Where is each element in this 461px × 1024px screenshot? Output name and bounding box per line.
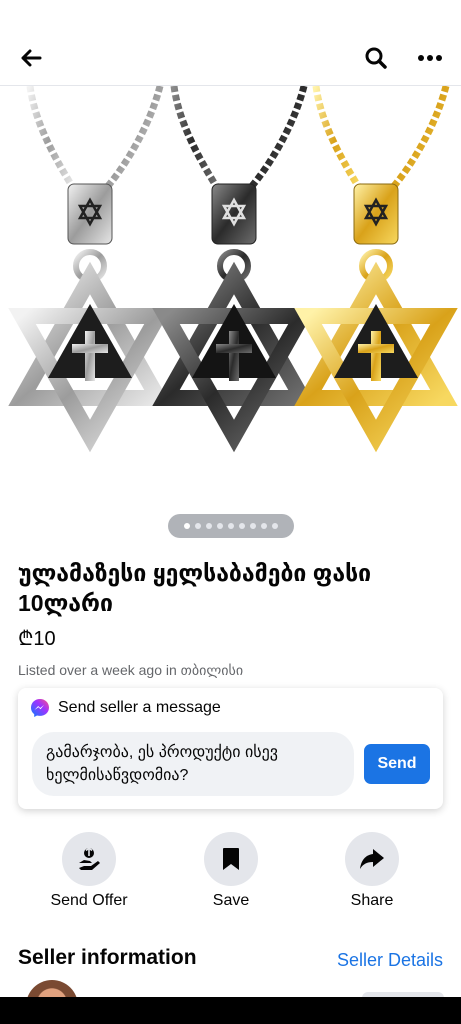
message-seller-card: Send seller a message გამარჯობა, ეს პროდ… [18, 688, 443, 809]
share-icon [360, 849, 384, 869]
share-label: Share [350, 892, 394, 909]
seller-info-heading: Seller information [18, 946, 197, 969]
message-card-heading: Send seller a message [58, 699, 221, 716]
send-offer-icon [79, 846, 100, 870]
more-horizontal-icon [418, 55, 442, 61]
share-icon-circle [345, 832, 399, 886]
send-offer-icon-circle [62, 832, 116, 886]
seller-details-link[interactable]: Seller Details [337, 950, 443, 971]
pagination-dot [217, 523, 223, 529]
save-icon-circle [204, 832, 258, 886]
pagination-dot [239, 523, 245, 529]
pagination-dot [272, 523, 278, 529]
pendants-image [8, 85, 458, 453]
save-label: Save [212, 892, 250, 909]
send-message-button[interactable]: Send [364, 744, 430, 784]
photo-pagination[interactable] [168, 514, 294, 538]
pagination-dot [261, 523, 267, 529]
listing-title: ულამაზესი ყელსაბამები ფასი 10ლარი [18, 560, 372, 616]
pagination-dot [184, 523, 190, 529]
pagination-dot [195, 523, 201, 529]
top-bar [0, 0, 461, 86]
search-button[interactable] [360, 42, 392, 74]
pagination-dot [250, 523, 256, 529]
listing-price: ₾10 [18, 628, 56, 650]
message-input[interactable]: გამარჯობა, ეს პროდუქტი ისევ ხელმისაწვდომ… [32, 732, 354, 796]
share-button[interactable]: Share [312, 832, 432, 910]
listing-meta: Listed over a week ago in თბილისი [18, 662, 244, 678]
save-button[interactable]: Save [171, 832, 291, 910]
pagination-dot [228, 523, 234, 529]
bookmark-icon [223, 848, 239, 870]
message-card-header: Send seller a message [30, 698, 221, 718]
send-offer-label: Send Offer [50, 892, 128, 909]
listing-photo[interactable] [0, 85, 461, 506]
send-offer-button[interactable]: Send Offer [29, 832, 149, 910]
messenger-icon [31, 699, 49, 717]
more-button[interactable] [412, 42, 448, 74]
back-button[interactable] [16, 44, 46, 72]
system-navigation-bar [0, 997, 461, 1024]
arrow-left-icon [21, 49, 42, 67]
pagination-dot [206, 523, 212, 529]
search-icon [365, 47, 387, 69]
